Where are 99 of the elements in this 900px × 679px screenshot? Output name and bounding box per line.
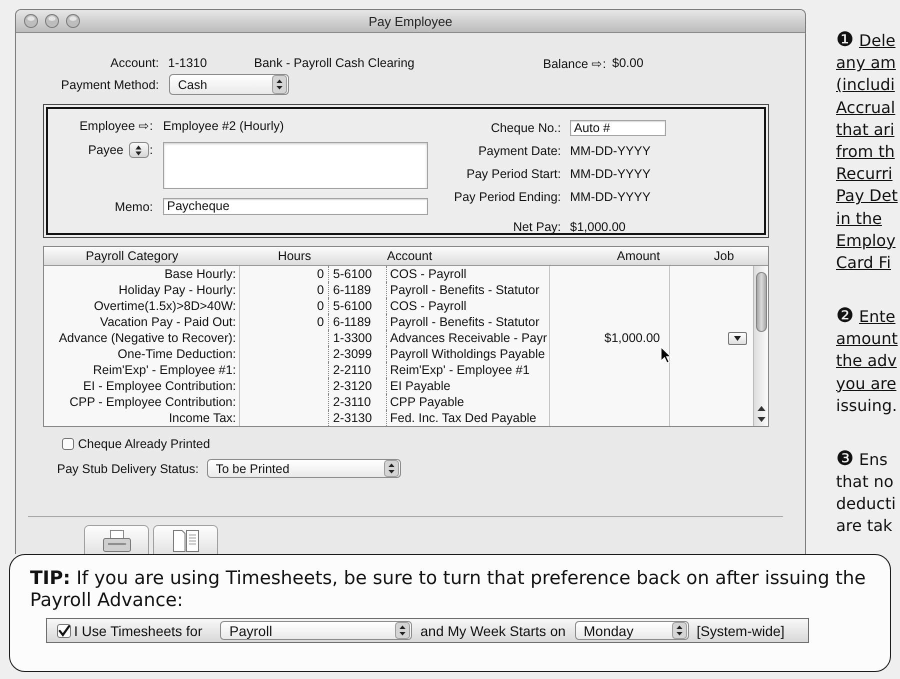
- field-value: MM-DD-YYYY: [570, 143, 651, 160]
- stepper-arrows-icon: [272, 75, 287, 94]
- book-icon: [170, 530, 200, 552]
- table-cell: 0: [240, 298, 329, 314]
- scope-label: [System-wide]: [696, 622, 785, 638]
- employee-name: Employee #2 (Hourly): [163, 118, 284, 132]
- total-value: $1,000.00: [570, 219, 626, 236]
- window-minimize-icon[interactable]: [45, 14, 59, 28]
- table-cell: 5-6100: [329, 266, 387, 282]
- stepper-arrows-icon: [395, 622, 410, 639]
- tip-text: TIP: If you are using Timesheets, be sure to turn that preference back on after issuing the Payroll Advance:: [30, 568, 867, 612]
- table-cell: 2-3099: [329, 346, 387, 362]
- field-label: Payment Date:: [478, 143, 561, 160]
- table-cell: 0: [240, 266, 329, 282]
- table-cell: Payroll Witholdings Payable: [387, 346, 550, 362]
- scroll-down-arrow-icon[interactable]: [756, 416, 766, 423]
- table-cell: 6-1189: [329, 282, 387, 298]
- table-cell: Fed. Inc. Tax Ded Payable: [387, 410, 550, 426]
- account-name: Bank - Payroll Cash Clearing: [254, 56, 414, 70]
- table-cell: Base Hourly:: [44, 266, 240, 282]
- table-cell: EI - Employee Contribution:: [44, 378, 240, 394]
- table-cell: CPP - Employee Contribution:: [44, 394, 240, 410]
- table-cell: Payroll - Benefits - Statutor: [387, 314, 550, 330]
- field-label: Pay Period Ending:: [454, 189, 561, 206]
- journal-button[interactable]: [153, 525, 218, 554]
- table-cell: Advance (Negative to Recover):: [44, 330, 240, 346]
- table-cell: 2-3130: [329, 410, 387, 426]
- table-cell: Holiday Pay - Hourly:: [44, 282, 240, 298]
- window-zoom-icon[interactable]: [66, 14, 80, 28]
- table-cell: 0: [240, 282, 329, 298]
- payee-field[interactable]: [163, 142, 428, 189]
- table-cell: 2-2110: [329, 362, 387, 378]
- field-value: MM-DD-YYYY: [570, 166, 651, 183]
- payee-menu-button[interactable]: [128, 142, 149, 158]
- field-label: Employee ⇨:: [79, 118, 153, 133]
- checkbox-label[interactable]: Cheque Already Printed: [78, 437, 210, 451]
- table-cell: 2-3120: [329, 378, 387, 394]
- column-header: Job: [712, 248, 736, 265]
- field-label: Pay Period Start:: [466, 166, 561, 183]
- scrollbar-thumb[interactable]: [756, 272, 766, 332]
- memo-field[interactable]: Paycheque: [163, 198, 428, 215]
- field-label: Memo:: [114, 200, 153, 214]
- table-cell: 2-3110: [329, 394, 387, 410]
- scroll-up-arrow-icon[interactable]: [756, 405, 766, 412]
- timesheets-select[interactable]: Payroll: [220, 621, 412, 640]
- field-label: Cheque No.:: [490, 120, 561, 137]
- checkbox[interactable]: [62, 438, 74, 450]
- note-text: ❸ Ens that no deducti are tak: [836, 448, 897, 538]
- caret-icon: [734, 336, 741, 340]
- print-button[interactable]: [84, 525, 149, 554]
- table-cell: COS - Payroll: [387, 298, 550, 314]
- job-menu-button[interactable]: [728, 332, 747, 344]
- mouse-pointer-icon: [660, 346, 672, 364]
- balance-label: Balance ⇨:: [543, 56, 606, 70]
- table-cell: Payroll - Benefits - Statutor: [387, 282, 550, 298]
- field-label: and My Week Starts on: [420, 622, 566, 638]
- table-cell: CPP Payable: [387, 394, 550, 410]
- table-cell: Reim'Exp' - Employee #1: [387, 362, 550, 378]
- balance-value: $0.00: [612, 56, 644, 70]
- table-cell: Advances Receivable - Payr: [387, 330, 550, 346]
- table-cell: 1-3300: [329, 330, 387, 346]
- scrollbar-track[interactable]: [753, 266, 768, 426]
- note-text: ❷ Ente amount the adv you are issuing.: [836, 306, 899, 417]
- table-cell: $1,000.00: [550, 330, 670, 346]
- stepper-arrows-icon: [384, 460, 399, 477]
- column-header: Account: [386, 248, 434, 265]
- payment-method-select[interactable]: Cash: [169, 74, 289, 95]
- field-label: Net Pay:: [513, 219, 561, 236]
- table-cell: 6-1189: [329, 314, 387, 330]
- field-label: Pay Stub Delivery Status:: [57, 462, 199, 476]
- account-label: Account:: [110, 56, 159, 70]
- stepper-arrows-icon: [672, 622, 687, 639]
- delivery-status-select[interactable]: To be Printed: [206, 459, 401, 478]
- table-cell: Income Tax:: [44, 410, 240, 426]
- checkbox-label[interactable]: I Use Timesheets for: [74, 622, 202, 638]
- table-cell: 0: [240, 314, 329, 330]
- table-cell: Overtime(1.5x)>8D>40W:: [44, 298, 240, 314]
- label-colon: :: [150, 143, 153, 157]
- printer-icon: [102, 530, 132, 552]
- table-cell: 5-6100: [329, 298, 387, 314]
- window-title: Pay Employee: [368, 14, 452, 28]
- account-number: 1-1310: [168, 56, 207, 70]
- column-header: Payroll Category: [84, 248, 180, 265]
- text-field[interactable]: Auto #: [570, 120, 666, 136]
- note-text: ❶ Dele any am (includi Accrual that ari from th Recurri Pay Det in the Employ Card Fi: [836, 30, 899, 274]
- window-close-icon[interactable]: [24, 14, 38, 28]
- table-cell: EI Payable: [387, 378, 550, 394]
- payment-method-label: Payment Method:: [61, 78, 159, 92]
- field-label: Payee: [88, 143, 124, 157]
- week-start-select[interactable]: Monday: [574, 621, 689, 640]
- table-cell: COS - Payroll: [387, 266, 550, 282]
- updown-arrows-icon: [135, 144, 142, 156]
- checkbox[interactable]: [57, 624, 71, 638]
- table-cell: Reim'Exp' - Employee #1:: [44, 362, 240, 378]
- column-header: Amount: [616, 248, 661, 265]
- column-header: Hours: [276, 248, 312, 265]
- table-cell: Vacation Pay - Paid Out:: [44, 314, 240, 330]
- field-value: MM-DD-YYYY: [570, 189, 651, 206]
- table-cell: One-Time Deduction:: [44, 346, 240, 362]
